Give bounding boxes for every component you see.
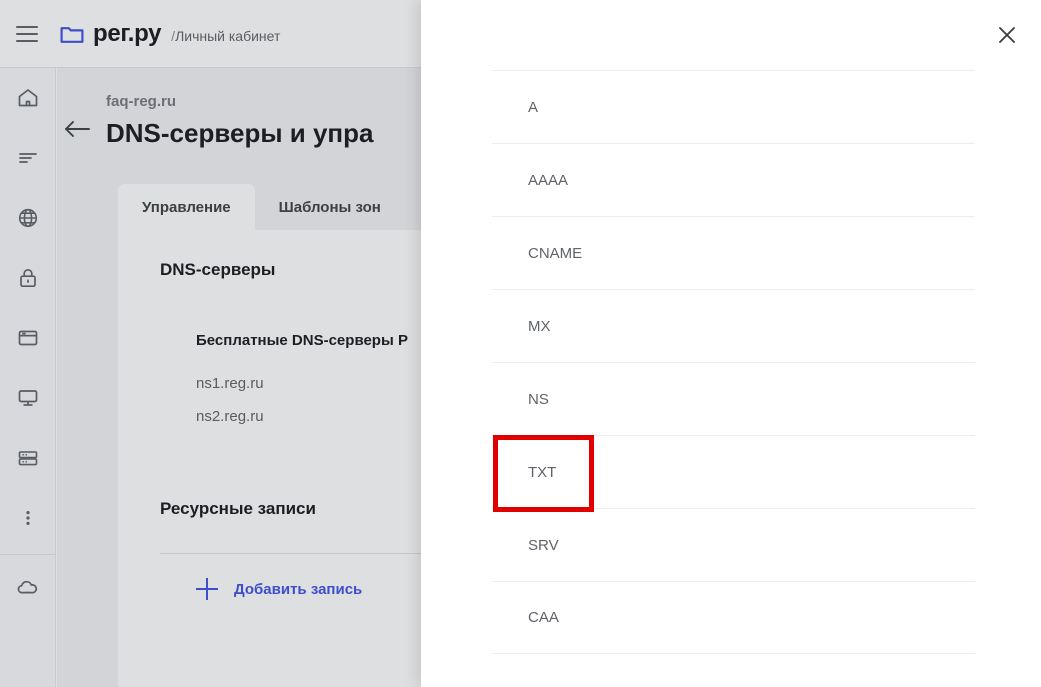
record-type-option[interactable]: A	[492, 70, 975, 143]
close-icon[interactable]	[995, 23, 1019, 47]
app-root: рег.ру / Личный кабинет faq-reg.ru DNS-с…	[0, 0, 1041, 687]
record-type-list: A AAAA CNAME MX NS TXT SRV CAA	[421, 70, 1041, 654]
record-type-panel: A AAAA CNAME MX NS TXT SRV CAA	[421, 0, 1041, 687]
record-type-option[interactable]: TXT	[492, 435, 975, 508]
record-type-option[interactable]: NS	[492, 362, 975, 435]
record-type-option[interactable]: CNAME	[492, 216, 975, 289]
panel-header	[421, 0, 1041, 70]
record-type-option[interactable]: AAAA	[492, 143, 975, 216]
record-type-option[interactable]: MX	[492, 289, 975, 362]
record-type-option[interactable]: SRV	[492, 508, 975, 581]
record-type-option[interactable]: CAA	[492, 581, 975, 654]
